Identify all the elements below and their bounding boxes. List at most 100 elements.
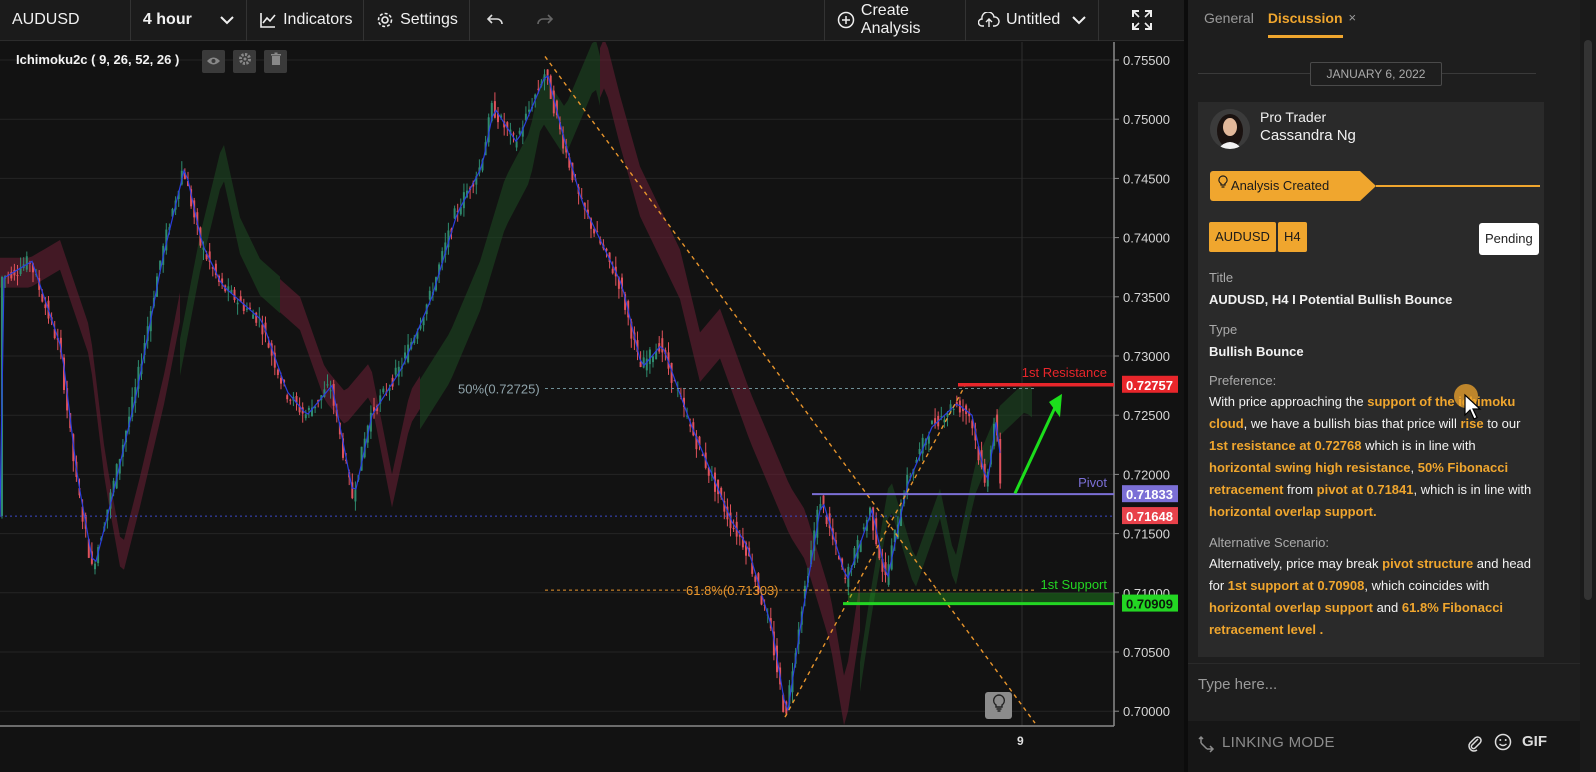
ichimoku-cloud-bearish xyxy=(600,42,860,726)
link-mode-icon[interactable] xyxy=(1198,735,1216,760)
fullscreen-button[interactable] xyxy=(1099,0,1184,41)
lightbulb-icon xyxy=(992,694,1006,717)
highlight-text: 1st support at 0.70908 xyxy=(1227,578,1365,593)
linking-mode-label[interactable]: LINKING MODE xyxy=(1222,734,1335,751)
idea-button[interactable] xyxy=(985,692,1012,719)
candle-body xyxy=(732,527,735,530)
app-window: AUDUSD 4 hour Indicators Settings Create… xyxy=(0,0,1596,772)
message-input[interactable]: Type here... xyxy=(1198,676,1277,693)
gif-button[interactable]: GIF xyxy=(1522,733,1547,750)
price-axis-tick-label: 0.70000 xyxy=(1123,704,1170,719)
alternative-text: Alternatively, price may break pivot str… xyxy=(1209,553,1535,641)
message-input-area[interactable]: Type here... xyxy=(1188,663,1580,721)
candle-body xyxy=(512,133,515,135)
undo-icon xyxy=(486,13,504,27)
pivot-label: Pivot xyxy=(1078,475,1107,490)
chart-canvas[interactable]: 0.75500 0.75000 0.74500 0.74000 0.73500 0.730… xyxy=(0,42,1184,772)
panel-tabs: General Discussion × xyxy=(1188,0,1580,40)
support-price-tag: 0.70909 xyxy=(1126,597,1173,612)
candle-body xyxy=(261,324,264,335)
author-name[interactable]: Cassandra Ng xyxy=(1260,127,1356,144)
create-analysis-button[interactable]: Create Analysis xyxy=(823,0,966,41)
symbol-tag[interactable]: AUDUSD xyxy=(1209,222,1276,252)
ichimoku-cloud-bullish xyxy=(860,382,1032,693)
symbol-selector[interactable]: AUDUSD xyxy=(0,0,131,41)
interval-selector[interactable]: 4 hour xyxy=(131,0,248,41)
indicators-button[interactable]: Indicators xyxy=(247,0,365,41)
create-analysis-label: Create Analysis xyxy=(860,2,921,37)
candle-body xyxy=(931,420,933,425)
author-role: Pro Trader xyxy=(1260,109,1327,125)
tab-discussion[interactable]: Discussion xyxy=(1267,0,1343,38)
composer-toolbar: LINKING MODE GIF xyxy=(1188,721,1580,772)
indicator-visibility-button[interactable] xyxy=(202,50,225,73)
price-axis-tick-label: 0.73500 xyxy=(1123,290,1170,305)
panel-scrollbar[interactable] xyxy=(1580,0,1596,772)
candle-body xyxy=(280,377,282,384)
trash-icon xyxy=(270,52,282,71)
timeframe-tag[interactable]: H4 xyxy=(1278,222,1307,252)
pending-badge[interactable]: Pending xyxy=(1479,223,1539,255)
status-row: Analysis Created xyxy=(1210,171,1540,201)
fullscreen-icon xyxy=(1131,9,1153,31)
candle-body xyxy=(493,101,496,118)
price-chart[interactable]: 0.75500 0.75000 0.74500 0.74000 0.73500 0.730… xyxy=(0,42,1184,772)
resistance-price-tag: 0.72757 xyxy=(1126,378,1173,393)
candle-body xyxy=(661,338,664,353)
paperclip-icon[interactable] xyxy=(1468,734,1482,757)
price-axis-tick-label: 0.74000 xyxy=(1123,231,1170,246)
candle-body xyxy=(862,527,865,530)
price-axis-tick-label: 0.72000 xyxy=(1123,467,1170,482)
fibonacci-50-label: 50%(0.72725) xyxy=(458,382,540,397)
price-axis-tick-label: 0.75500 xyxy=(1123,53,1170,68)
candle-body xyxy=(611,268,614,274)
layout-name: Untitled xyxy=(1005,11,1061,28)
candle-body xyxy=(304,414,307,419)
fibonacci-trendline[interactable] xyxy=(544,56,1036,724)
indicator-settings-button[interactable] xyxy=(233,50,256,73)
candle-body xyxy=(25,256,28,270)
emoji-icon[interactable] xyxy=(1494,733,1512,756)
candle-body xyxy=(307,407,310,411)
body-text: Alternatively, price may break xyxy=(1209,556,1383,571)
body-text: and xyxy=(1372,600,1402,615)
candle-body xyxy=(286,395,289,400)
tab-general[interactable]: General xyxy=(1188,0,1270,38)
avatar[interactable] xyxy=(1210,109,1250,149)
indicator-delete-button[interactable] xyxy=(264,50,287,73)
plus-circle-icon xyxy=(837,11,855,29)
highlight-text: pivot structure xyxy=(1382,556,1474,571)
body-text: from xyxy=(1283,482,1317,497)
highlight-text: 1st resistance at 0.72768 xyxy=(1209,438,1362,453)
eye-icon xyxy=(206,53,221,71)
candle-body xyxy=(382,388,385,393)
highlight-text: horizontal swing high resistance xyxy=(1209,460,1411,475)
layout-selector[interactable]: Untitled xyxy=(966,0,1100,41)
chevron-down-icon xyxy=(1072,15,1086,25)
interval-label: 4 hour xyxy=(142,11,192,28)
scrollbar-thumb[interactable] xyxy=(1584,40,1592,600)
body-text: , we have a bullish bias that price will xyxy=(1243,416,1461,431)
mouse-cursor xyxy=(1450,382,1490,422)
candle-body xyxy=(329,390,332,392)
candle-body xyxy=(94,563,96,570)
candle-body xyxy=(394,367,397,375)
close-icon[interactable]: × xyxy=(1343,0,1357,25)
candle-body xyxy=(354,489,357,502)
ichimoku-cloud-bullish xyxy=(420,42,600,430)
body-text: , which is in line with xyxy=(1413,482,1532,497)
redo-button[interactable] xyxy=(520,0,570,41)
resistance-label: 1st Resistance xyxy=(1022,365,1107,380)
line-chart-icon xyxy=(259,11,277,29)
analysis-card: Pro Trader Cassandra Ng Analysis Created… xyxy=(1198,102,1544,657)
candle-body xyxy=(428,290,431,300)
candle-body xyxy=(844,577,847,579)
indicator-label: Ichimoku2c ( 9, 26, 52, 26 ) xyxy=(16,52,180,67)
undo-button[interactable] xyxy=(470,0,520,41)
lightbulb-icon xyxy=(1218,171,1228,200)
fibonacci-618-label: 61.8%(0.71303) xyxy=(686,583,779,598)
date-pill: JANUARY 6, 2022 xyxy=(1310,62,1442,86)
redo-icon xyxy=(536,13,554,27)
settings-button[interactable]: Settings xyxy=(364,0,471,41)
indicators-label: Indicators xyxy=(283,11,353,28)
